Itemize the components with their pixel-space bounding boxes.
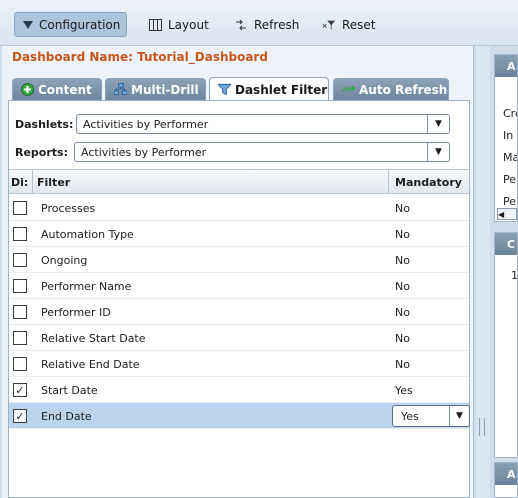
right-panel-middle: C 1 bbox=[494, 232, 518, 458]
right-panel-item: Ma bbox=[503, 151, 518, 164]
filter-name: Relative Start Date bbox=[41, 331, 146, 345]
display-checkbox[interactable] bbox=[13, 253, 27, 267]
right-panel-bottom: A bbox=[494, 462, 518, 498]
table-row[interactable]: Relative End Date No bbox=[9, 351, 469, 377]
filter-name: Relative End Date bbox=[41, 357, 140, 371]
right-panel-top: A Cre In Ma Per Per ◀ bbox=[494, 54, 518, 222]
filter-name: Performer Name bbox=[41, 279, 132, 293]
dashboard-name: Dashboard Name: Tutorial_Dashboard bbox=[12, 50, 268, 64]
table-row[interactable]: Performer Name No bbox=[9, 273, 469, 299]
mandatory-value: Yes bbox=[401, 409, 419, 423]
filter-icon bbox=[218, 83, 231, 96]
right-panel-middle-header: C bbox=[495, 233, 517, 255]
splitter-grip-icon[interactable] bbox=[479, 418, 485, 436]
chevron-down-icon: ▼ bbox=[449, 406, 469, 426]
layout-button[interactable]: Layout bbox=[140, 12, 217, 37]
configuration-button[interactable]: Configuration bbox=[14, 12, 127, 37]
hierarchy-icon bbox=[114, 83, 127, 96]
mandatory-value: Yes bbox=[395, 383, 413, 397]
auto-refresh-icon bbox=[342, 83, 355, 96]
columns-icon bbox=[148, 18, 162, 32]
configuration-label: Configuration bbox=[39, 17, 121, 32]
tab-multi-drill-label: Multi-Drill bbox=[131, 82, 199, 97]
filter-name: Performer ID bbox=[41, 305, 111, 319]
right-panel-item: Per bbox=[503, 173, 517, 186]
reports-row: Reports: Activities by Performer ▼ bbox=[9, 141, 469, 163]
mandatory-value: No bbox=[395, 227, 410, 241]
main-panel: Dashboard Name: Tutorial_Dashboard Conte… bbox=[2, 46, 474, 498]
mandatory-value: No bbox=[395, 331, 410, 345]
refresh-label: Refresh bbox=[254, 17, 300, 32]
scroll-left-icon[interactable]: ◀ bbox=[497, 208, 517, 220]
chevron-down-icon: ▼ bbox=[427, 143, 449, 161]
reports-select[interactable]: Activities by Performer ▼ bbox=[74, 142, 450, 162]
table-row[interactable]: Relative Start Date No bbox=[9, 325, 469, 351]
mandatory-value: No bbox=[395, 201, 410, 215]
plus-circle-icon bbox=[21, 83, 34, 96]
toolbar: Configuration Layout Refresh Reset bbox=[0, 0, 518, 46]
right-panel-item: Per bbox=[503, 195, 517, 208]
display-checkbox[interactable] bbox=[13, 331, 27, 345]
filter-name: Automation Type bbox=[41, 227, 134, 241]
dashlets-value: Activities by Performer bbox=[83, 117, 209, 131]
right-panel-item: Cre bbox=[503, 107, 517, 120]
tab-dashlet-filter-label: Dashlet Filter bbox=[235, 82, 328, 97]
filter-name: Start Date bbox=[41, 383, 98, 397]
tab-content-label: Content bbox=[38, 82, 92, 97]
filter-name: Processes bbox=[41, 201, 96, 215]
tab-bar: Content Multi-Drill Dashlet Filter Auto … bbox=[12, 77, 472, 101]
reset-funnel-icon bbox=[322, 18, 336, 32]
dashlets-row: Dashlets: Activities by Performer ▼ bbox=[9, 113, 469, 135]
refresh-arrows-icon bbox=[234, 18, 248, 32]
column-header-mandatory[interactable]: Mandatory bbox=[389, 170, 469, 194]
table-row[interactable]: Processes No bbox=[9, 195, 469, 221]
triangle-down-icon bbox=[23, 18, 33, 32]
mandatory-value: No bbox=[395, 305, 410, 319]
filter-name: End Date bbox=[41, 409, 92, 423]
tab-auto-refresh-label: Auto Refresh bbox=[359, 82, 448, 97]
layout-label: Layout bbox=[168, 17, 209, 32]
mandatory-value: No bbox=[395, 253, 410, 267]
column-header-display[interactable]: Di: bbox=[9, 170, 33, 194]
dashlet-filter-panel: Dashlets: Activities by Performer ▼ Repo… bbox=[8, 100, 470, 498]
reset-button[interactable]: Reset bbox=[314, 12, 384, 37]
display-checkbox[interactable] bbox=[13, 227, 27, 241]
table-row[interactable]: Automation Type No bbox=[9, 221, 469, 247]
column-header-filter[interactable]: Filter bbox=[33, 170, 389, 194]
right-panel-top-header: A bbox=[495, 55, 517, 77]
chevron-down-icon: ▼ bbox=[427, 115, 449, 133]
grid-header: Di: Filter Mandatory bbox=[9, 169, 469, 194]
mandatory-value: No bbox=[395, 357, 410, 371]
display-checkbox[interactable]: ✓ bbox=[13, 409, 27, 423]
reports-label: Reports: bbox=[15, 145, 68, 159]
table-row[interactable]: Ongoing No bbox=[9, 247, 469, 273]
filter-name: Ongoing bbox=[41, 253, 88, 267]
right-panel-value: 1 bbox=[511, 269, 518, 282]
dashlets-select[interactable]: Activities by Performer ▼ bbox=[76, 114, 450, 134]
tab-auto-refresh[interactable]: Auto Refresh bbox=[333, 78, 449, 100]
table-row[interactable]: Performer ID No bbox=[9, 299, 469, 325]
mandatory-select[interactable]: Yes ▼ bbox=[392, 405, 470, 427]
right-panel-bottom-header: A bbox=[495, 463, 517, 485]
tab-content[interactable]: Content bbox=[12, 78, 102, 100]
refresh-button[interactable]: Refresh bbox=[226, 12, 307, 37]
tab-multi-drill[interactable]: Multi-Drill bbox=[105, 78, 206, 100]
mandatory-value: No bbox=[395, 279, 410, 293]
table-row[interactable]: ✓ End Date Yes ▼ bbox=[9, 403, 470, 429]
display-checkbox[interactable]: ✓ bbox=[13, 383, 27, 397]
display-checkbox[interactable] bbox=[13, 279, 27, 293]
reports-value: Activities by Performer bbox=[81, 145, 207, 159]
right-panel-item: In bbox=[503, 129, 514, 142]
dashlets-label: Dashlets: bbox=[15, 117, 74, 131]
table-row[interactable]: ✓ Start Date Yes bbox=[9, 377, 469, 403]
tab-dashlet-filter[interactable]: Dashlet Filter bbox=[209, 77, 329, 101]
display-checkbox[interactable] bbox=[13, 305, 27, 319]
display-checkbox[interactable] bbox=[13, 357, 27, 371]
reset-label: Reset bbox=[342, 17, 376, 32]
display-checkbox[interactable] bbox=[13, 201, 27, 215]
